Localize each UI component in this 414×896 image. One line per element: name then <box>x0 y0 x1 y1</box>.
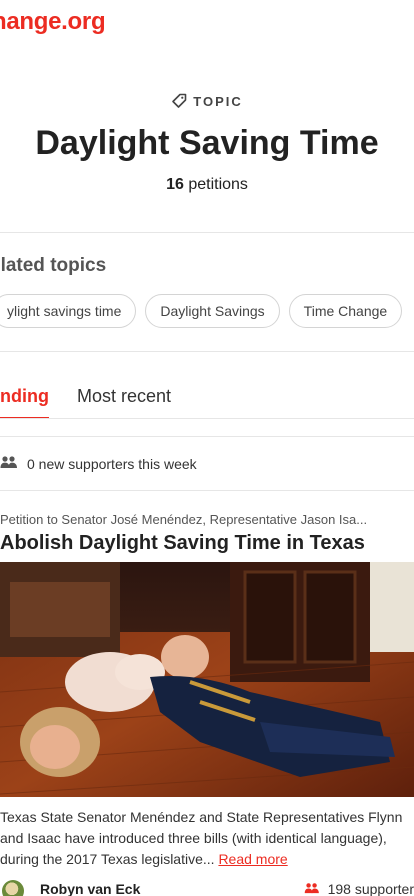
change-org-logo[interactable]: hange.org <box>0 8 106 36</box>
weekly-supporters: 0 new supporters this week <box>0 455 197 472</box>
read-more-link[interactable]: Read more <box>218 851 287 867</box>
related-topic-chips: ylight savings time Daylight Savings Tim… <box>0 294 403 328</box>
tag-icon <box>171 93 187 112</box>
supporter-count-text: 198 supporter <box>327 881 414 896</box>
page-title: Daylight Saving Time <box>35 124 379 162</box>
divider <box>0 490 414 491</box>
chip-daylight-savings-time[interactable]: ylight savings time <box>0 294 137 328</box>
site-header: hange.org <box>0 0 414 48</box>
divider <box>0 418 414 419</box>
topic-label-text: TOPIC <box>193 94 243 109</box>
petition-photo[interactable] <box>0 562 414 797</box>
petition-author-row: Robyn van Eck 198 supporter <box>0 876 414 896</box>
sort-tabs: ending Most recent <box>0 384 414 420</box>
divider <box>0 351 414 352</box>
divider <box>0 436 414 437</box>
chip-daylight-savings[interactable]: Daylight Savings <box>145 294 280 328</box>
people-icon <box>304 881 320 896</box>
tab-most-recent[interactable]: Most recent <box>77 386 171 407</box>
tab-trending[interactable]: ending <box>0 386 49 419</box>
divider <box>0 232 414 233</box>
topic-label: TOPIC <box>0 93 414 112</box>
chip-time-change[interactable]: Time Change <box>288 294 403 328</box>
people-icon <box>0 455 18 472</box>
avatar <box>2 880 24 896</box>
petition-count-number: 16 <box>166 176 184 193</box>
petition-count-label: petitions <box>188 176 248 193</box>
related-topics-heading: elated topics <box>0 255 107 276</box>
petition-title[interactable]: Abolish Daylight Saving Time in Texas <box>0 532 365 555</box>
weekly-supporters-text: 0 new supporters this week <box>27 455 197 472</box>
petition-target: Petition to Senator José Menéndez, Repre… <box>0 512 368 527</box>
supporter-count: 198 supporter <box>304 881 414 896</box>
petition-description: Texas State Senator Menéndez and State R… <box>0 807 414 870</box>
petition-count: 16 petitions <box>0 176 414 194</box>
petition-description-text: Texas State Senator Menéndez and State R… <box>0 809 403 867</box>
author-name[interactable]: Robyn van Eck <box>40 881 140 896</box>
